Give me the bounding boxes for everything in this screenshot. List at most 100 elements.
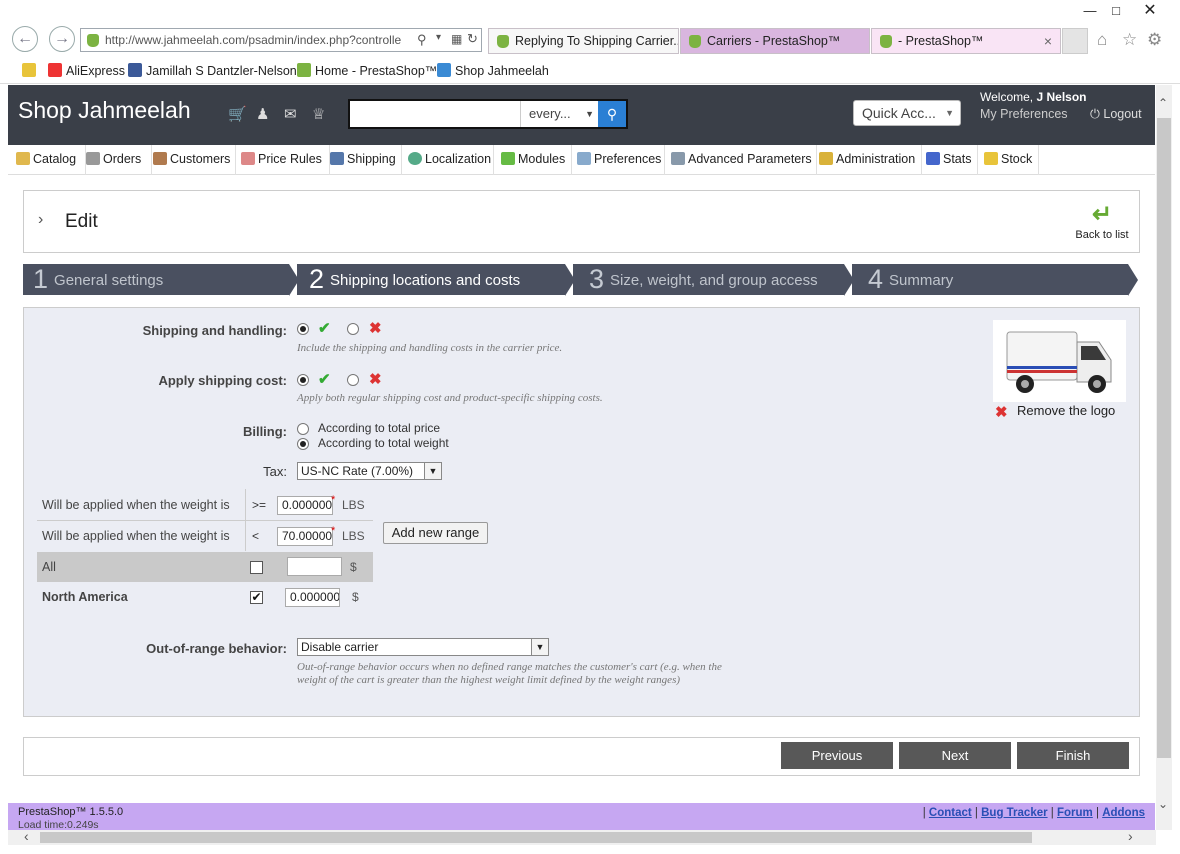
- price-tag-icon: [241, 152, 255, 165]
- finish-button[interactable]: Finish: [1017, 742, 1129, 769]
- trophy-icon[interactable]: ♕: [312, 105, 325, 123]
- welcome-user: J Nelson: [1036, 90, 1087, 104]
- globe-icon: [408, 152, 422, 165]
- close-tab-icon[interactable]: ×: [1044, 29, 1052, 53]
- address-bar[interactable]: http://www.jahmeelah.com/psadmin/index.p…: [80, 28, 482, 52]
- tab-label: - PrestaShop™: [898, 34, 984, 48]
- settings-gear-icon[interactable]: ⚙: [1147, 30, 1162, 50]
- separator: |: [1095, 807, 1099, 819]
- billing-total-weight-radio[interactable]: [297, 438, 309, 450]
- tab-carriers[interactable]: Carriers - PrestaShop™: [680, 28, 870, 54]
- check-icon: ✔: [318, 320, 331, 337]
- step-number: 1: [33, 264, 49, 294]
- out-of-range-value: Disable carrier: [301, 640, 379, 654]
- prestashop-icon: [297, 63, 311, 77]
- refresh-icon[interactable]: ↻: [467, 31, 478, 47]
- customers-icon[interactable]: ♟: [256, 105, 269, 123]
- apply-cost-yes-radio[interactable]: [297, 374, 309, 386]
- forward-icon[interactable]: →: [49, 26, 75, 52]
- menu-shipping[interactable]: Shipping: [330, 145, 402, 175]
- cross-icon: ✖: [369, 371, 382, 388]
- shipping-handling-no-radio[interactable]: [347, 323, 359, 335]
- search-scope-select[interactable]: every... ▼: [520, 101, 600, 127]
- zone-checkbox[interactable]: ✔: [250, 591, 263, 604]
- all-checkbox[interactable]: [250, 561, 263, 574]
- out-of-range-select[interactable]: Disable carrier ▼: [297, 638, 549, 656]
- tax-value: US-NC Rate (7.00%): [301, 464, 414, 478]
- my-preferences-link[interactable]: My Preferences: [980, 107, 1068, 121]
- home-icon[interactable]: ⌂: [1097, 30, 1107, 50]
- scroll-right-icon[interactable]: ›: [1128, 828, 1133, 844]
- menu-localization[interactable]: Localization: [408, 145, 494, 175]
- chevron-down-icon: ▼: [945, 108, 954, 118]
- remove-logo-icon[interactable]: ✖: [995, 403, 1008, 421]
- scroll-left-icon[interactable]: ‹: [24, 828, 29, 844]
- zone-price-input[interactable]: 0.000000: [285, 588, 340, 607]
- menu-catalog[interactable]: Catalog: [16, 145, 86, 175]
- range-to-input[interactable]: 70.00000: [277, 527, 333, 546]
- step-general-settings[interactable]: 1 General settings: [23, 264, 289, 295]
- add-favorite-icon[interactable]: [22, 63, 40, 78]
- fav-shop[interactable]: Shop Jahmeelah: [437, 63, 549, 78]
- search-icon[interactable]: ⚲: [417, 32, 427, 48]
- remove-logo-link[interactable]: Remove the logo: [1017, 403, 1115, 418]
- previous-button[interactable]: Previous: [781, 742, 893, 769]
- maximize-icon[interactable]: □: [1101, 0, 1131, 22]
- menu-preferences[interactable]: Preferences: [577, 145, 665, 175]
- vertical-scroll-thumb[interactable]: [1157, 118, 1171, 758]
- back-to-list-button[interactable]: ↵ Back to list: [1074, 201, 1130, 245]
- addons-link[interactable]: Addons: [1102, 807, 1145, 819]
- compat-view-icon[interactable]: ▦: [451, 32, 462, 46]
- menu-customers[interactable]: Customers: [153, 145, 236, 175]
- cart-icon[interactable]: 🛒: [228, 105, 247, 123]
- menu-modules[interactable]: Modules: [501, 145, 572, 175]
- apply-cost-no-radio[interactable]: [347, 374, 359, 386]
- billing-total-price-radio[interactable]: [297, 423, 309, 435]
- all-price-input[interactable]: [287, 557, 342, 576]
- tab-replying[interactable]: Replying To Shipping Carrier...: [488, 28, 679, 54]
- scroll-up-icon[interactable]: ⌃: [1158, 96, 1168, 110]
- menu-advanced-parameters[interactable]: Advanced Parameters: [671, 145, 817, 175]
- messages-icon[interactable]: ✉: [284, 105, 297, 123]
- menu-administration[interactable]: Administration: [819, 145, 922, 175]
- horizontal-scroll-thumb[interactable]: [40, 832, 1032, 843]
- back-icon[interactable]: ←: [12, 26, 38, 52]
- chevron-down-icon: ▼: [424, 463, 441, 479]
- fav-prestashop-home[interactable]: Home - PrestaShop™: [297, 63, 437, 78]
- range-from-input[interactable]: 0.000000: [277, 496, 333, 515]
- forum-link[interactable]: Forum: [1057, 807, 1093, 819]
- range-row1-operator: >=: [252, 498, 267, 512]
- separator: |: [1050, 807, 1054, 819]
- tax-select[interactable]: US-NC Rate (7.00%) ▼: [297, 462, 442, 480]
- logout-link[interactable]: ⏻ Logout: [1090, 107, 1142, 122]
- step-summary[interactable]: 4 Summary: [852, 264, 1128, 295]
- shop-name[interactable]: Shop Jahmeelah: [18, 97, 191, 124]
- fav-aliexpress[interactable]: AliExpress: [48, 63, 125, 78]
- fav-label: Home - PrestaShop™: [315, 64, 438, 78]
- step-arrow: [1128, 264, 1138, 296]
- scroll-down-icon[interactable]: ⌄: [1158, 797, 1168, 811]
- cart-icon: [86, 152, 100, 165]
- new-tab-button[interactable]: [1062, 28, 1088, 54]
- dropdown-icon[interactable]: ▾: [436, 32, 441, 43]
- close-window-icon[interactable]: ✕: [1135, 0, 1165, 22]
- menu-orders[interactable]: Orders: [86, 145, 152, 175]
- range-row2-label: Will be applied when the weight is: [42, 529, 230, 543]
- add-new-range-button[interactable]: Add new range: [383, 522, 488, 544]
- step-size-weight[interactable]: 3 Size, weight, and group access: [573, 264, 844, 295]
- search-button[interactable]: ⚲: [598, 101, 626, 127]
- step-shipping-locations[interactable]: 2 Shipping locations and costs: [297, 264, 565, 295]
- shipping-handling-yes-radio[interactable]: [297, 323, 309, 335]
- bug-tracker-link[interactable]: Bug Tracker: [981, 807, 1047, 819]
- billing-opt2-label: According to total weight: [318, 436, 449, 450]
- tab-active[interactable]: - PrestaShop™ ×: [871, 28, 1061, 54]
- contact-link[interactable]: Contact: [929, 807, 972, 819]
- search-input[interactable]: [350, 101, 520, 127]
- favorites-star-icon[interactable]: ☆: [1122, 30, 1137, 50]
- next-button[interactable]: Next: [899, 742, 1011, 769]
- quick-access-select[interactable]: Quick Acc... ▼: [853, 100, 961, 126]
- menu-stats[interactable]: Stats: [926, 145, 978, 175]
- fav-facebook[interactable]: Jamillah S Dantzler-Nelson: [128, 63, 297, 78]
- menu-stock[interactable]: Stock: [984, 145, 1039, 175]
- menu-price-rules[interactable]: Price Rules: [241, 145, 330, 175]
